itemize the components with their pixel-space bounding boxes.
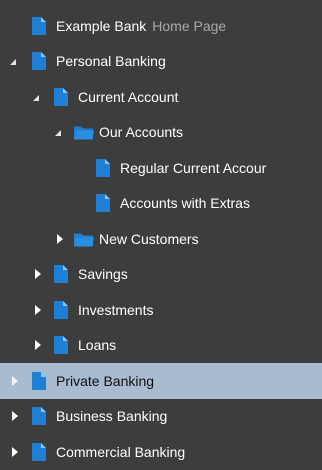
- tree-item-regular-current-account[interactable]: Regular Current Accour: [0, 150, 322, 186]
- tree-item-label: Example Bank Home Page: [56, 17, 227, 34]
- tree-item-our-accounts[interactable]: Our Accounts: [0, 115, 322, 151]
- page-icon: [32, 52, 46, 71]
- page-icon: [32, 16, 46, 35]
- expanded-arrow-icon[interactable]: [10, 59, 16, 66]
- tree-item-label: Business Banking: [56, 408, 168, 425]
- tree-item-label: New Customers: [99, 230, 199, 247]
- tree-item-label: Accounts with Extras: [120, 195, 250, 212]
- tree-item-new-customers[interactable]: New Customers: [0, 221, 322, 257]
- collapsed-arrow-icon[interactable]: [12, 446, 18, 457]
- expanded-arrow-icon[interactable]: [55, 130, 61, 137]
- page-icon: [54, 87, 68, 106]
- tree-item-accounts-with-extras[interactable]: Accounts with Extras: [0, 186, 322, 222]
- tree-item-private-banking[interactable]: Private Banking: [0, 363, 322, 399]
- tree-item-label: Current Account: [78, 88, 179, 105]
- collapsed-arrow-icon[interactable]: [35, 269, 41, 280]
- page-icon: [32, 371, 46, 390]
- page-icon: [54, 300, 68, 319]
- tree-item-loans[interactable]: Loans: [0, 328, 322, 364]
- tree-item-label: Savings: [78, 266, 128, 283]
- tree-item-commercial-banking[interactable]: Commercial Banking: [0, 434, 322, 470]
- tree-item-business-banking[interactable]: Business Banking: [0, 399, 322, 435]
- tree-item-label: Our Accounts: [99, 124, 184, 141]
- folder-open-icon: [74, 233, 94, 247]
- tree-item-label: Personal Banking: [56, 53, 166, 70]
- tree-item-label: Loans: [78, 337, 117, 354]
- page-icon: [96, 194, 110, 213]
- collapsed-arrow-icon[interactable]: [12, 411, 18, 422]
- tree-item-label: Private Banking: [56, 372, 155, 389]
- page-icon: [32, 442, 46, 461]
- navigation-tree: Example Bank Home Page Personal Banking C…: [0, 0, 322, 469]
- tree-item-savings[interactable]: Savings: [0, 257, 322, 293]
- tree-item-suffix: Home Page: [152, 17, 227, 34]
- collapsed-arrow-icon[interactable]: [35, 304, 41, 315]
- tree-item-personal-banking[interactable]: Personal Banking: [0, 44, 322, 80]
- tree-item-investments[interactable]: Investments: [0, 292, 322, 328]
- folder-open-icon: [74, 126, 94, 140]
- expanded-arrow-icon[interactable]: [33, 94, 39, 101]
- page-icon: [32, 407, 46, 426]
- page-icon: [54, 336, 68, 355]
- tree-item-label: Commercial Banking: [56, 443, 186, 460]
- collapsed-arrow-icon[interactable]: [57, 233, 63, 244]
- tree-item-label: Investments: [78, 301, 154, 318]
- page-icon: [96, 158, 110, 177]
- tree-item-current-account[interactable]: Current Account: [0, 79, 322, 115]
- tree-item-label: Regular Current Accour: [120, 159, 267, 176]
- page-icon: [54, 265, 68, 284]
- tree-item-example-bank[interactable]: Example Bank Home Page: [0, 8, 322, 44]
- collapsed-arrow-icon[interactable]: [35, 340, 41, 351]
- collapsed-arrow-icon[interactable]: [12, 375, 18, 386]
